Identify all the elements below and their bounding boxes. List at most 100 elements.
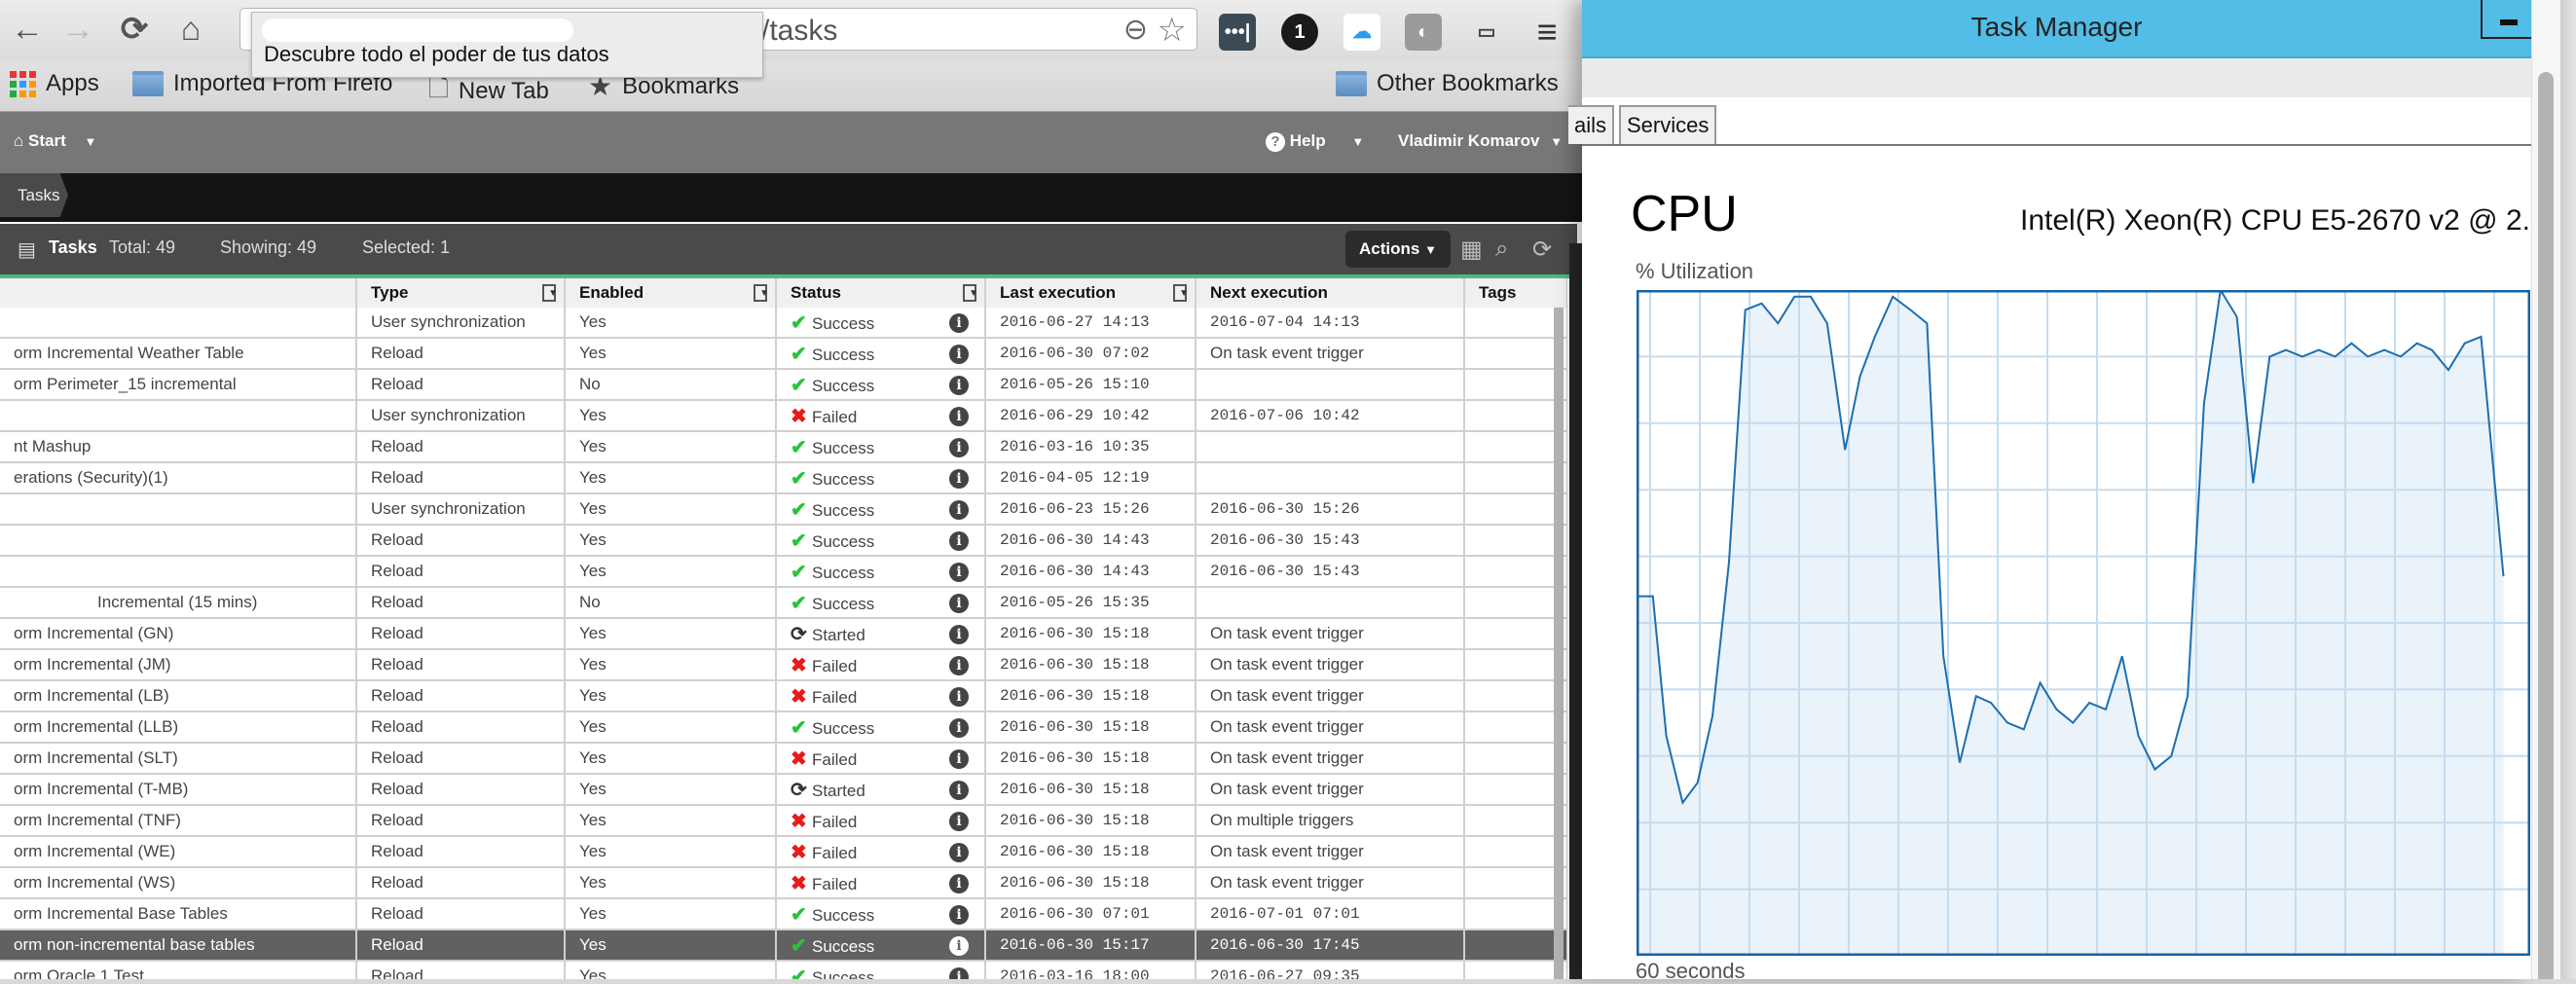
task-manager-titlebar[interactable]: Task Manager [1582,0,2531,58]
bookmark-other-folder[interactable]: Other Bookmarks [1336,70,1559,97]
filter-icon[interactable] [963,284,976,302]
info-icon[interactable]: i [949,345,969,364]
table-row[interactable]: orm Incremental (WS)ReloadYes✖Failedi201… [0,867,1567,898]
table-row[interactable]: orm Incremental (LLB)ReloadYes✔Successi2… [0,711,1567,743]
column-header-next-execution[interactable]: Next execution [1196,278,1464,308]
info-icon[interactable]: i [949,407,969,426]
info-icon[interactable]: i [949,718,969,738]
info-icon[interactable]: i [949,874,969,893]
user-name: Vladimir Komarov [1398,131,1540,150]
info-icon[interactable]: i [949,687,969,707]
info-icon[interactable]: i [949,812,969,831]
filter-icon[interactable] [754,284,767,302]
1password-icon[interactable]: 1 [1281,14,1318,51]
table-row[interactable]: User synchronizationYes✔Successi2016-06-… [0,308,1567,338]
table-row[interactable]: orm Oracle 1 TestReloadYes✔Successi2016-… [0,961,1567,979]
table-row[interactable]: ReloadYes✔Successi2016-06-30 14:432016-0… [0,556,1567,587]
column-header-name[interactable] [0,278,356,308]
info-icon[interactable]: i [949,376,969,395]
status-success-icon: ✔ [791,466,812,491]
info-icon[interactable]: i [949,469,969,489]
info-icon[interactable]: i [949,843,969,862]
icloud-icon[interactable]: ☁ [1343,14,1380,51]
info-icon[interactable]: i [949,594,969,613]
info-icon[interactable]: i [949,625,969,644]
table-row[interactable]: orm Incremental (JM)ReloadYes✖Failedi201… [0,649,1567,680]
ghostery-icon[interactable]: ◐ [1405,14,1442,51]
user-menu[interactable]: Vladimir Komarov ▼ [1398,131,1563,151]
column-selector-icon[interactable]: ▦ [1460,236,1483,264]
info-icon[interactable]: i [949,656,969,675]
bookmark-apps[interactable]: Apps [10,70,99,97]
filter-icon[interactable] [542,284,556,302]
task-manager-window: Task Manager ails Services CPU Intel(R) … [1582,0,2531,979]
column-header-status[interactable]: Status [776,278,985,308]
cell-status: ✔Successi [776,431,985,462]
task-manager-scrollbar-thumb[interactable] [2538,72,2554,979]
menu-icon[interactable]: ≡ [1528,14,1565,51]
table-row[interactable]: orm Incremental (WE)ReloadYes✖Failedi201… [0,836,1567,867]
table-row[interactable]: Incremental (15 mins)ReloadNo✔Successi20… [0,587,1567,618]
table-row[interactable]: User synchronizationYes✔Successi2016-06-… [0,493,1567,525]
table-row[interactable]: User synchronizationYes✖Failedi2016-06-2… [0,400,1567,431]
lastpass-icon[interactable]: •••| [1219,14,1256,51]
start-menu[interactable]: ⌂ Start ▼ [14,131,96,151]
info-icon[interactable]: i [949,936,969,956]
refresh-icon[interactable]: ⟳ [1532,236,1552,264]
table-row[interactable]: orm Incremental (T-MB)ReloadYes⟳Startedi… [0,774,1567,805]
table-row[interactable]: ReloadYes✔Successi2016-06-30 14:432016-0… [0,525,1567,556]
column-header-type[interactable]: Type [356,278,565,308]
actions-button[interactable]: Actions ▼ [1345,231,1451,268]
table-row[interactable]: orm Incremental (LB)ReloadYes✖Failedi201… [0,680,1567,711]
tab-services[interactable]: Services [1619,105,1716,144]
info-icon[interactable]: i [949,905,969,925]
column-header-tags[interactable]: Tags [1464,278,1567,308]
forward-icon[interactable]: → [60,12,95,47]
table-row[interactable]: orm non-incremental base tablesReloadYes… [0,929,1567,961]
info-icon[interactable]: i [949,781,969,800]
info-icon[interactable]: i [949,531,969,551]
cell-next-execution [1196,369,1464,400]
cell-status: ✖Failedi [776,836,985,867]
info-icon[interactable]: i [949,749,969,769]
cell-enabled: Yes [565,961,776,979]
cell-type: Reload [356,525,565,556]
table-row[interactable]: nt MashupReloadYes✔Successi2016-03-16 10… [0,431,1567,462]
cast-icon[interactable]: ▭ [1468,14,1505,51]
bookmark-star-icon[interactable]: ☆ [1158,11,1187,50]
help-menu[interactable]: ? Help ▼ [1266,131,1364,152]
breadcrumb-tasks[interactable]: Tasks [0,173,68,217]
reload-icon[interactable]: ⟳ [117,12,152,47]
table-row[interactable]: orm Incremental (TNF)ReloadYes✖Failedi20… [0,805,1567,836]
column-header-enabled[interactable]: Enabled [565,278,776,308]
table-row[interactable]: orm Perimeter_15 incrementalReloadNo✔Suc… [0,369,1567,400]
table-scrollbar[interactable] [1554,308,1564,979]
info-icon[interactable]: i [949,563,969,582]
cell-next-execution: 2016-07-01 07:01 [1196,898,1464,929]
cell-next-execution: 2016-06-30 15:26 [1196,493,1464,525]
table-row[interactable]: orm Incremental (SLT)ReloadYes✖Failedi20… [0,743,1567,774]
cell-enabled: Yes [565,556,776,587]
minimize-button[interactable] [2481,0,2531,39]
table-row[interactable]: orm Incremental (GN)ReloadYes⟳Startedi20… [0,618,1567,649]
cell-status: ✔Successi [776,961,985,979]
info-icon[interactable]: i [949,967,969,979]
status-label: Success [812,906,874,925]
search-icon[interactable]: ⌕ [1495,236,1508,263]
filter-icon[interactable] [1173,284,1187,302]
home-icon[interactable]: ⌂ [173,12,208,47]
cell-next-execution: 2016-07-06 10:42 [1196,400,1464,431]
cell-enabled: Yes [565,462,776,493]
cell-status: ✔Successi [776,898,985,929]
table-row[interactable]: orm Incremental Base TablesReloadYes✔Suc… [0,898,1567,929]
info-icon[interactable]: i [949,500,969,520]
cell-enabled: Yes [565,711,776,743]
table-row[interactable]: erations (Security)(1)ReloadYes✔Successi… [0,462,1567,493]
info-icon[interactable]: i [949,438,969,457]
tab-details[interactable]: ails [1568,105,1614,144]
back-icon[interactable]: ← [10,12,45,47]
table-row[interactable]: orm Incremental Weather TableReloadYes✔S… [0,338,1567,369]
column-header-last-execution[interactable]: Last execution [985,278,1196,308]
zoom-out-icon[interactable]: ⊖ [1123,13,1148,47]
info-icon[interactable]: i [949,313,969,333]
